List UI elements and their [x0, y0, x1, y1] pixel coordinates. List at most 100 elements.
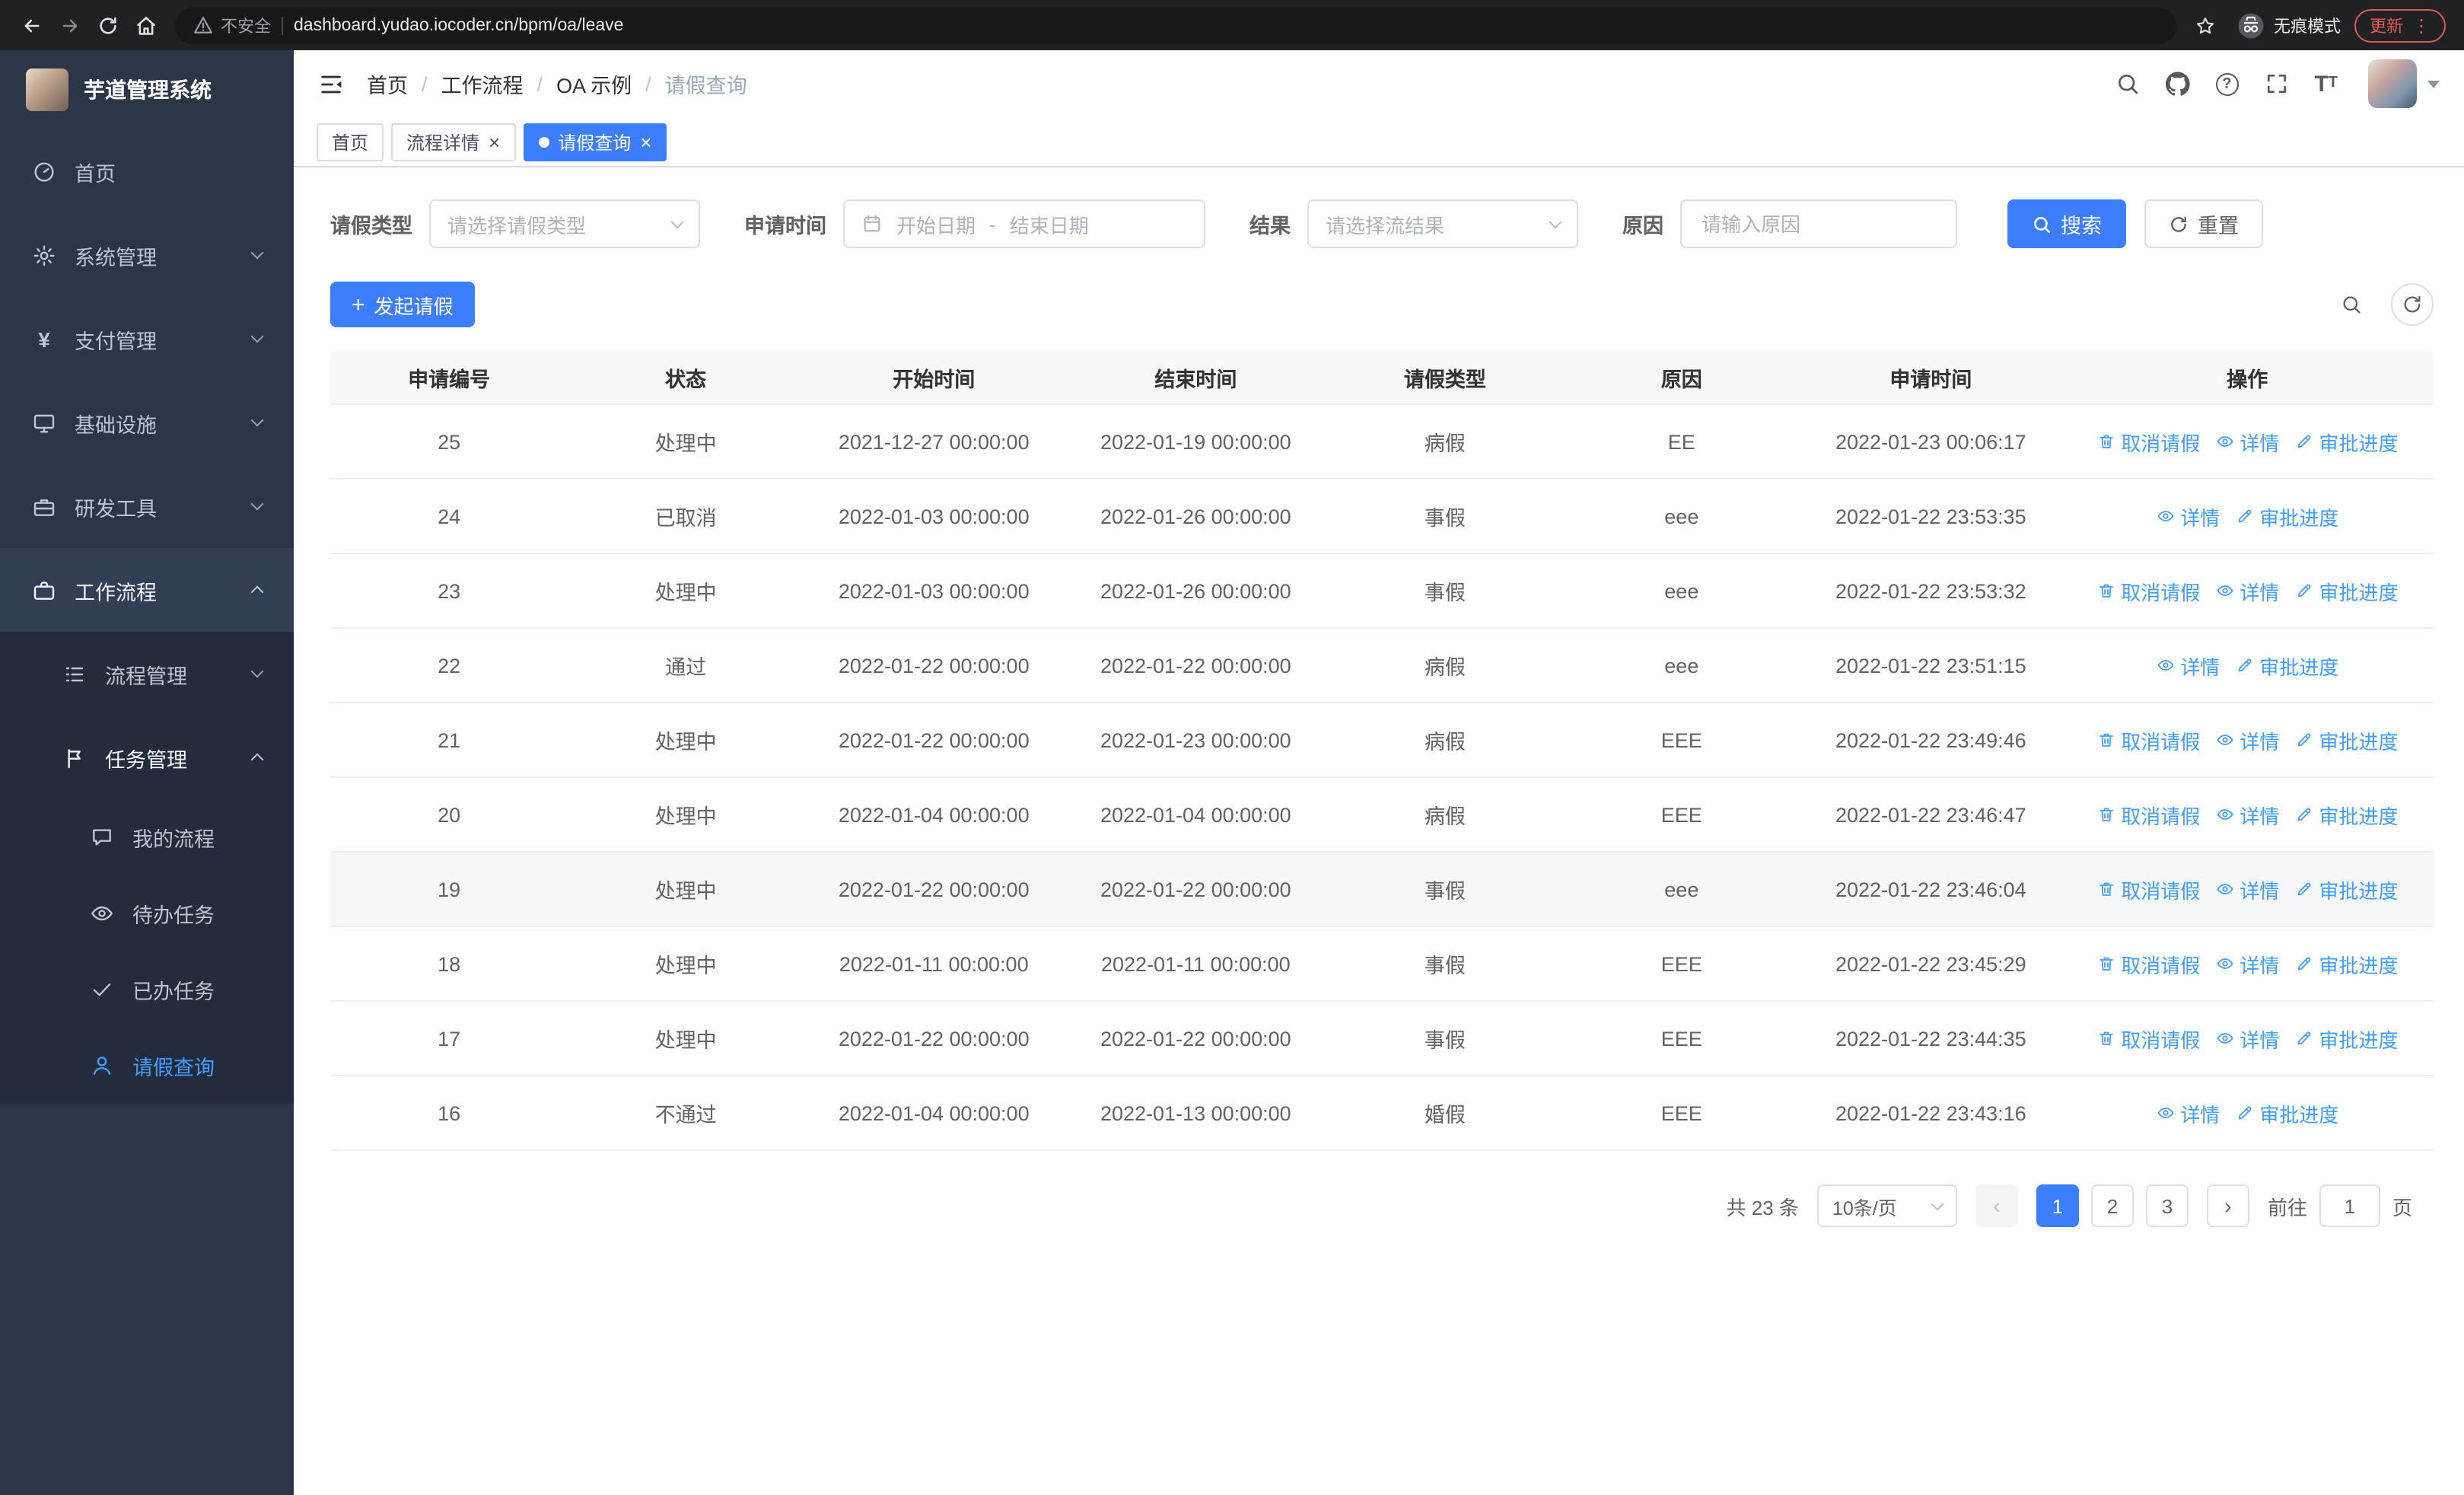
- sidebar-item-leave-query[interactable]: 请假查询: [0, 1028, 294, 1104]
- user-menu[interactable]: [2368, 59, 2440, 108]
- action-progress-link[interactable]: 审批进度: [2294, 800, 2398, 829]
- sidebar-item-devtools[interactable]: 研发工具: [0, 464, 294, 548]
- gear-icon: [32, 243, 56, 267]
- sidebar-item-done-task[interactable]: 已办任务: [0, 952, 294, 1028]
- bookmark-star-button[interactable]: [2187, 7, 2224, 43]
- action-label: 取消请假: [2121, 730, 2201, 753]
- action-detail-link[interactable]: 详情: [2215, 725, 2279, 754]
- sidebar-item-home[interactable]: 首页: [0, 129, 294, 213]
- pagination-next-button[interactable]: ›: [2206, 1184, 2249, 1227]
- chevron-down-icon: [250, 413, 264, 427]
- sidebar-item-payment[interactable]: ¥ 支付管理: [0, 297, 294, 381]
- tab-leave-query[interactable]: 请假查询 ×: [523, 123, 667, 161]
- browser-forward-button[interactable]: [50, 6, 88, 44]
- fullscreen-button[interactable]: [2264, 72, 2288, 96]
- user-avatar[interactable]: [2368, 59, 2417, 108]
- reason-label: 原因: [1622, 215, 1663, 237]
- browser-back-button[interactable]: [12, 6, 50, 44]
- leave-type-select[interactable]: 请选择请假类型: [429, 199, 700, 248]
- result-select[interactable]: 请选择流结果: [1307, 199, 1578, 248]
- header-search-button[interactable]: [2115, 72, 2139, 96]
- goto-page-input[interactable]: [2319, 1184, 2380, 1227]
- cell-end-time: 2022-01-22 00:00:00: [1100, 654, 1291, 677]
- action-detail-link[interactable]: 详情: [2215, 949, 2279, 978]
- search-button[interactable]: 搜索: [2007, 199, 2126, 248]
- cell-apply-time: 2022-01-22 23:45:29: [1835, 952, 2026, 975]
- action-cancel-link[interactable]: 取消请假: [2096, 1024, 2200, 1053]
- browser-reload-button[interactable]: [88, 6, 126, 44]
- tab-process-detail[interactable]: 流程详情 ×: [391, 123, 516, 161]
- pagination-prev-button[interactable]: ‹: [1975, 1184, 2018, 1227]
- action-cancel-link[interactable]: 取消请假: [2096, 800, 2200, 829]
- action-cancel-link[interactable]: 取消请假: [2096, 576, 2200, 605]
- breadcrumb-item[interactable]: 工作流程: [441, 69, 524, 99]
- github-button[interactable]: [2165, 72, 2190, 96]
- action-progress-link[interactable]: 审批进度: [2235, 502, 2338, 531]
- sidebar-item-workflow[interactable]: 工作流程: [0, 548, 294, 632]
- cell-end-time: 2022-01-11 00:00:00: [1100, 952, 1291, 975]
- action-detail-link[interactable]: 详情: [2215, 427, 2279, 456]
- apply-time-range-input[interactable]: 开始日期 - 结束日期: [843, 199, 1205, 248]
- reason-input[interactable]: [1698, 211, 1939, 237]
- table-row: 18 处理中 2022-01-11 00:00:00 2022-01-11 00:00…: [330, 927, 2434, 1002]
- action-progress-link[interactable]: 审批进度: [2235, 1098, 2338, 1127]
- tab-close-icon[interactable]: ×: [640, 132, 651, 151]
- sidebar-item-infra[interactable]: 基础设施: [0, 381, 294, 464]
- action-cancel-link[interactable]: 取消请假: [2096, 427, 2200, 456]
- page-button-2[interactable]: 2: [2090, 1184, 2134, 1227]
- breadcrumb-item[interactable]: 首页: [367, 69, 408, 99]
- action-cancel-link[interactable]: 取消请假: [2096, 949, 2200, 978]
- apply-time-label: 申请时间: [744, 215, 826, 237]
- trash-icon: [2096, 955, 2115, 973]
- action-progress-link[interactable]: 审批进度: [2235, 651, 2338, 680]
- sidebar-item-label: 流程管理: [105, 665, 187, 687]
- sidebar-item-process-mgmt[interactable]: 流程管理: [0, 632, 294, 716]
- eye-icon: [2156, 656, 2174, 674]
- edit-icon: [2294, 1029, 2313, 1047]
- action-detail-link[interactable]: 详情: [2156, 651, 2220, 680]
- action-cancel-link[interactable]: 取消请假: [2096, 725, 2200, 754]
- column-header: 请假类型: [1403, 368, 1486, 391]
- tab-home[interactable]: 首页: [317, 123, 384, 161]
- create-leave-button[interactable]: + 发起请假: [330, 282, 475, 327]
- action-cancel-link[interactable]: 取消请假: [2096, 875, 2200, 904]
- sidebar-item-label: 系统管理: [75, 246, 157, 269]
- action-detail-link[interactable]: 详情: [2215, 1024, 2279, 1053]
- action-detail-link[interactable]: 详情: [2156, 502, 2220, 531]
- breadcrumb-item[interactable]: OA 示例: [556, 69, 632, 99]
- page-button-3[interactable]: 3: [2145, 1184, 2189, 1227]
- eye-icon: [2215, 955, 2233, 973]
- action-detail-link[interactable]: 详情: [2215, 875, 2279, 904]
- action-progress-link[interactable]: 审批进度: [2294, 725, 2398, 754]
- action-progress-link[interactable]: 审批进度: [2294, 576, 2398, 605]
- check-icon: [90, 977, 114, 1002]
- sidebar-item-task-mgmt[interactable]: 任务管理: [0, 716, 294, 799]
- sidebar-item-my-process[interactable]: 我的流程: [0, 799, 294, 875]
- action-progress-link[interactable]: 审批进度: [2294, 875, 2398, 904]
- sidebar-collapse-button[interactable]: [318, 71, 344, 97]
- action-detail-link[interactable]: 详情: [2156, 1098, 2220, 1127]
- help-button[interactable]: ?: [2215, 72, 2239, 95]
- action-progress-link[interactable]: 审批进度: [2294, 427, 2398, 456]
- sidebar-item-todo-task[interactable]: 待办任务: [0, 875, 294, 952]
- page-button-1[interactable]: 1: [2036, 1184, 2079, 1227]
- page-size-select[interactable]: 10条/页: [1816, 1184, 1957, 1227]
- toolbar-refresh-button[interactable]: [2391, 283, 2434, 326]
- toolbar-search-toggle-button[interactable]: [2330, 283, 2373, 326]
- browser-update-button[interactable]: 更新 ⋮: [2354, 8, 2446, 42]
- action-progress-link[interactable]: 审批进度: [2294, 949, 2398, 978]
- browser-menu-dots-icon[interactable]: ⋮: [2412, 14, 2431, 36]
- table-row: 24 已取消 2022-01-03 00:00:00 2022-01-26 00:00…: [330, 480, 2434, 554]
- reset-button[interactable]: 重置: [2144, 199, 2263, 248]
- action-progress-link[interactable]: 审批进度: [2294, 1024, 2398, 1053]
- cell-leave-type: 事假: [1424, 1029, 1466, 1052]
- action-detail-link[interactable]: 详情: [2215, 576, 2279, 605]
- action-detail-link[interactable]: 详情: [2215, 800, 2279, 829]
- row-actions: 取消请假 详情 审批进度: [2061, 405, 2434, 478]
- font-size-button[interactable]: TT: [2314, 72, 2338, 95]
- address-bar[interactable]: 不安全 dashboard.yudao.iocoder.cn/bpm/oa/le…: [175, 7, 2176, 43]
- security-warning[interactable]: 不安全: [193, 13, 271, 37]
- sidebar-item-system[interactable]: 系统管理: [0, 213, 294, 297]
- browser-home-button[interactable]: [126, 6, 164, 44]
- tab-close-icon[interactable]: ×: [489, 132, 500, 151]
